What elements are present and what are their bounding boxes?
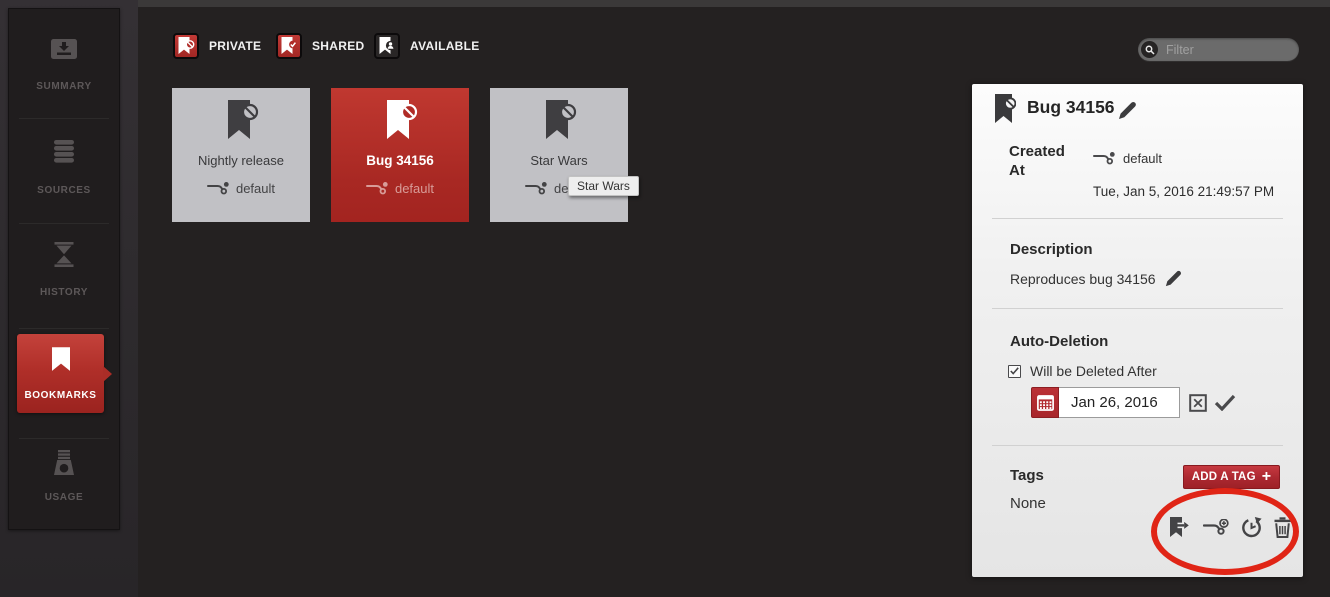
bookmark-private-icon [995, 94, 1016, 127]
share-bookmark-icon[interactable] [1168, 517, 1191, 538]
confirm-date-icon[interactable] [1214, 394, 1236, 411]
add-tag-button[interactable]: ADD A TAG + [1183, 465, 1280, 489]
auto-deletion-checkbox-row: Will be Deleted After [1008, 363, 1157, 379]
section-divider [992, 218, 1283, 219]
search-icon [1141, 41, 1158, 58]
sidebar-divider [19, 328, 109, 329]
create-branch-icon[interactable] [1203, 519, 1229, 536]
deletion-date-input[interactable] [1059, 387, 1180, 418]
bookmark-card-star-wars[interactable]: Star Wars default [490, 88, 628, 222]
bookmark-icon [52, 347, 70, 371]
database-icon [52, 140, 76, 163]
auto-deletion-label: Auto-Deletion [1010, 333, 1108, 350]
description-row: Reproduces bug 34156 [1010, 270, 1182, 287]
created-at-label: Created At [1009, 142, 1079, 180]
sidebar-item-label: USAGE [9, 492, 119, 503]
description-label: Description [1010, 241, 1093, 258]
bookmark-card-bug-34156[interactable]: Bug 34156 default [331, 88, 469, 222]
hourglass-icon [53, 242, 75, 267]
bookmark-private-icon [221, 100, 261, 145]
delete-bookmark-icon[interactable] [1274, 517, 1291, 538]
sidebar-item-label: HISTORY [9, 287, 119, 298]
bookmark-actions [1168, 517, 1291, 538]
tab-label: PRIVATE [209, 39, 261, 53]
app-window: SUMMARY SOURCES [0, 0, 1330, 597]
bookmark-card-title: Star Wars [530, 153, 587, 168]
sidebar-item-label: SOURCES [9, 185, 119, 196]
description-value: Reproduces bug 34156 [1010, 271, 1156, 287]
branch-icon [366, 181, 388, 196]
sidebar-item-bookmarks[interactable]: BOOKMARKS [17, 334, 104, 413]
sidebar-divider [19, 438, 109, 439]
tab-available[interactable]: AVAILABLE [374, 33, 480, 59]
bookmark-private-icon [173, 33, 199, 59]
plus-icon: + [1262, 471, 1272, 483]
top-strip [138, 0, 1330, 7]
bookmark-card-branch: default [207, 181, 275, 196]
will-be-deleted-checkbox[interactable] [1008, 365, 1021, 378]
bookmark-shared-icon [276, 33, 302, 59]
sidebar-divider [19, 223, 109, 224]
calendar-button[interactable] [1031, 387, 1059, 418]
edit-description-pencil-icon[interactable] [1165, 270, 1182, 287]
tags-label: Tags [1010, 467, 1044, 484]
section-divider [992, 308, 1283, 309]
detail-title: Bug 34156 [1027, 97, 1115, 118]
will-be-deleted-label: Will be Deleted After [1030, 363, 1157, 379]
bookmark-card-branch: default [366, 181, 434, 196]
branch-icon [525, 181, 547, 196]
calendar-icon [1037, 394, 1054, 411]
active-item-pointer [103, 366, 112, 382]
restore-bookmark-icon[interactable] [1241, 517, 1262, 538]
branch-name: default [1123, 151, 1162, 166]
bookmark-detail-panel: Bug 34156 Created At default Tue, Jan 5,… [972, 84, 1303, 577]
sidebar-item-label: BOOKMARKS [17, 390, 104, 401]
clear-date-icon[interactable] [1189, 394, 1207, 412]
tab-private[interactable]: PRIVATE [173, 33, 261, 59]
sidebar: SUMMARY SOURCES [8, 8, 120, 530]
filter-box [1138, 38, 1299, 61]
check-icon [1010, 367, 1019, 375]
left-rail: SUMMARY SOURCES [0, 0, 138, 597]
created-at-value: Tue, Jan 5, 2016 21:49:57 PM [1093, 184, 1274, 199]
bookmark-card-title: Nightly release [198, 153, 284, 168]
tab-label: SHARED [312, 39, 364, 53]
created-at-branch: default [1093, 151, 1162, 166]
sidebar-divider [19, 118, 109, 119]
sidebar-item-label: SUMMARY [9, 81, 119, 92]
bookmark-card-title: Bug 34156 [366, 153, 434, 168]
branch-icon [1093, 151, 1115, 166]
tab-shared[interactable]: SHARED [276, 33, 364, 59]
deletion-date-row [1031, 387, 1236, 418]
branch-icon [207, 181, 229, 196]
filter-input[interactable] [1164, 38, 1294, 61]
bookmark-available-icon [374, 33, 400, 59]
bookmark-private-icon [539, 100, 579, 145]
edit-title-pencil-icon[interactable] [1118, 101, 1137, 120]
usage-scale-icon [52, 450, 76, 476]
section-divider [992, 445, 1283, 446]
tooltip: Star Wars [568, 176, 639, 196]
bookmark-card-nightly-release[interactable]: Nightly release default [172, 88, 310, 222]
bookmark-private-icon [380, 100, 420, 145]
summary-tray-icon [51, 39, 77, 59]
tags-value: None [1010, 495, 1046, 512]
tab-label: AVAILABLE [410, 39, 480, 53]
